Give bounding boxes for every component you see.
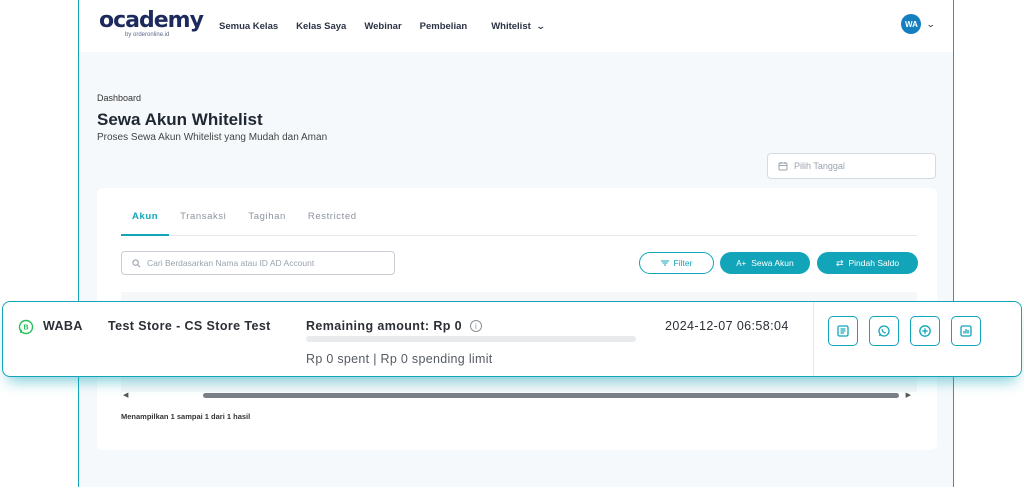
tab-tagihan[interactable]: Tagihan	[237, 210, 296, 236]
nav-link-semua-kelas[interactable]: Semua Kelas	[219, 21, 278, 32]
tab-restricted[interactable]: Restricted	[297, 210, 368, 236]
calendar-icon	[778, 162, 788, 171]
user-menu[interactable]: WA ⌄	[901, 14, 937, 34]
row-datetime: 2024-12-07 06:58:04	[665, 319, 789, 333]
tab-transaksi[interactable]: Transaksi	[169, 210, 237, 236]
page-subtitle: Proses Sewa Akun Whitelist yang Mudah da…	[97, 132, 328, 143]
avatar: WA	[901, 14, 922, 34]
tab-bar: Akun Transaksi Tagihan Restricted	[121, 210, 917, 236]
chevron-down-icon: ⌄	[535, 21, 546, 31]
nav-dropdown-label: Whitelist	[491, 21, 531, 32]
nav-link-webinar[interactable]: Webinar	[364, 21, 401, 32]
nav-dropdown-whitelist[interactable]: Whitelist ⌄	[491, 21, 546, 32]
date-picker-placeholder: Pilih Tanggal	[794, 161, 845, 171]
scrollbar-thumb[interactable]	[203, 393, 899, 398]
logo-subtext: by orderonline.id	[125, 32, 170, 38]
whatsapp-icon	[878, 325, 890, 337]
plus-circle-icon	[919, 325, 931, 337]
report-button[interactable]	[951, 316, 981, 346]
pagination-summary: Menampilkan 1 sampai 1 dari 1 hasil	[121, 412, 251, 421]
chevron-down-icon: ⌄	[926, 18, 937, 29]
detail-button[interactable]	[828, 316, 858, 346]
filter-button[interactable]: Filter	[639, 252, 714, 274]
divider	[813, 302, 814, 376]
app-frame: ocademy by orderonline.id Semua Kelas Ke…	[78, 0, 954, 487]
pindah-saldo-label: Pindah Saldo	[848, 258, 900, 268]
logo-text: ocademy	[99, 8, 204, 33]
account-type: WABA	[43, 319, 83, 333]
nav-links: Semua Kelas Kelas Saya Webinar Pembelian…	[219, 21, 546, 32]
search-input[interactable]: Cari Berdasarkan Nama atau ID AD Account	[121, 251, 395, 275]
remaining-amount: Remaining amount: Rp 0 i	[306, 319, 483, 333]
nav-link-kelas-saya[interactable]: Kelas Saya	[296, 21, 346, 32]
scroll-right-arrow-icon[interactable]: ▶	[906, 391, 911, 399]
chart-icon	[960, 325, 972, 337]
whatsapp-button[interactable]	[869, 316, 899, 346]
breadcrumb[interactable]: Dashboard	[97, 93, 141, 103]
add-user-icon: A+	[736, 258, 747, 268]
remaining-amount-text: Remaining amount: Rp 0	[306, 319, 463, 333]
date-picker[interactable]: Pilih Tanggal	[767, 153, 936, 179]
filter-icon	[660, 260, 669, 266]
sewa-akun-button[interactable]: A+ Sewa Akun	[720, 252, 810, 274]
horizontal-scrollbar[interactable]: ◀ ▶	[121, 391, 917, 399]
spent-summary: Rp 0 spent | Rp 0 spending limit	[306, 352, 493, 366]
page-title: Sewa Akun Whitelist	[97, 110, 263, 129]
search-icon	[132, 258, 141, 267]
top-up-button[interactable]	[910, 316, 940, 346]
scroll-left-arrow-icon[interactable]: ◀	[123, 391, 128, 399]
whatsapp-business-icon: B	[18, 319, 34, 335]
spending-progress-bar	[306, 336, 636, 342]
pindah-saldo-button[interactable]: ⇄ Pindah Saldo	[817, 252, 918, 274]
transfer-icon: ⇄	[835, 257, 844, 268]
tab-akun[interactable]: Akun	[121, 210, 170, 236]
table-row: B WABA Test Store - CS Store Test Remain…	[2, 301, 1022, 377]
svg-text:B: B	[23, 325, 28, 332]
filter-label: Filter	[673, 258, 693, 268]
search-placeholder: Cari Berdasarkan Nama atau ID AD Account	[147, 258, 315, 268]
top-navbar: ocademy by orderonline.id Semua Kelas Ke…	[79, 0, 953, 52]
ocademy-logo[interactable]: ocademy by orderonline.id	[99, 8, 204, 39]
info-icon[interactable]: i	[470, 320, 483, 332]
store-name: Test Store - CS Store Test	[108, 319, 271, 333]
document-icon	[837, 325, 849, 337]
nav-link-pembelian[interactable]: Pembelian	[420, 21, 468, 32]
sewa-akun-label: Sewa Akun	[751, 258, 794, 268]
